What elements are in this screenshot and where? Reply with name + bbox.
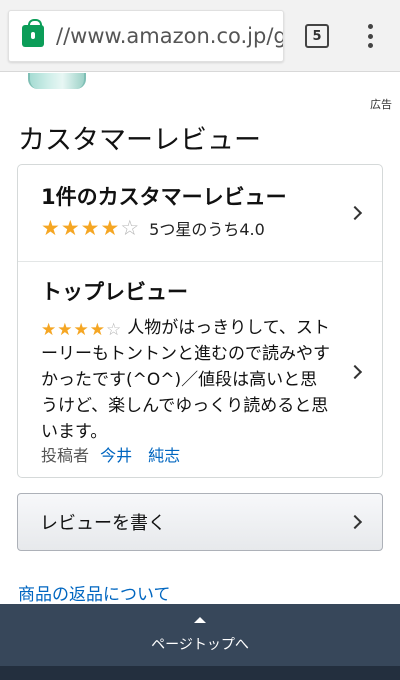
summary-rating: ★ ★ ★ ★ ☆ 5つ星のうち4.0 [41, 216, 265, 240]
star-full-icon: ★ [89, 320, 105, 340]
author-prefix: 投稿者 [41, 446, 90, 465]
back-to-top-label: ページトップへ [151, 636, 249, 653]
review-count-heading: 1件のカスタマーレビュー [41, 185, 287, 209]
arrow-up-icon [194, 616, 206, 623]
chevron-right-icon [347, 364, 363, 380]
write-review-button[interactable]: レビューを書く [17, 493, 383, 551]
review-card: 1件のカスタマーレビュー ★ ★ ★ ★ ☆ 5つ星のうち4.0 トップレビュー… [17, 164, 383, 478]
author-line: 投稿者 今井 純志 [41, 442, 180, 466]
chevron-right-icon [347, 514, 363, 530]
star-full-icon: ★ [60, 216, 80, 240]
overflow-menu-icon[interactable] [362, 22, 378, 50]
star-empty-icon: ☆ [106, 320, 122, 340]
review-star-rating: ★ ★ ★ ★ ☆ [41, 321, 121, 339]
back-to-top-button[interactable]: ページトップへ [0, 604, 400, 666]
review-body: ★ ★ ★ ★ ☆ 人物がはっきりして、ストーリーもトントンと進むので読みやすか… [41, 315, 331, 445]
write-review-label: レビューを書く [40, 513, 166, 534]
star-full-icon: ★ [73, 320, 89, 340]
ad-label: 広告 [370, 98, 392, 111]
url-text[interactable]: //www.amazon.co.jp/g [56, 24, 283, 48]
author-link[interactable]: 今井 純志 [100, 446, 180, 465]
chevron-right-icon [347, 205, 363, 221]
footer-bar [0, 666, 400, 680]
star-rating: ★ ★ ★ ★ ☆ [41, 217, 139, 239]
top-review-heading: トップレビュー [41, 280, 188, 304]
star-full-icon: ★ [80, 216, 100, 240]
star-full-icon: ★ [100, 216, 120, 240]
return-policy-link[interactable]: 商品の返品について [18, 580, 171, 605]
tab-switcher-icon[interactable]: 5 [305, 24, 329, 48]
browser-toolbar: //www.amazon.co.jp/g 5 [0, 0, 400, 72]
lock-icon [22, 19, 44, 47]
address-bar[interactable]: //www.amazon.co.jp/g [8, 10, 284, 62]
star-empty-icon: ☆ [120, 216, 140, 240]
top-review-row[interactable]: トップレビュー ★ ★ ★ ★ ☆ 人物がはっきりして、ストーリーもトントンと進… [18, 262, 382, 477]
section-title: カスタマーレビュー [18, 125, 261, 156]
review-summary-row[interactable]: 1件のカスタマーレビュー ★ ★ ★ ★ ☆ 5つ星のうち4.0 [18, 165, 382, 262]
rating-text: 5つ星のうち4.0 [149, 220, 265, 239]
star-full-icon: ★ [41, 216, 60, 240]
product-image-partial[interactable] [28, 73, 86, 89]
star-full-icon: ★ [57, 320, 73, 340]
star-full-icon: ★ [41, 320, 57, 340]
